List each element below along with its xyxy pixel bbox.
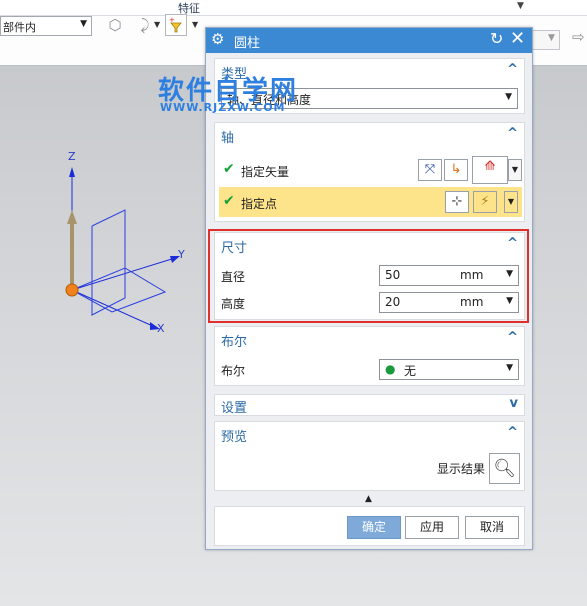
specify-point-row[interactable]: ✔ 指定点 ⊹ ⚡ ▼ bbox=[219, 187, 522, 217]
watermark-url: WWW.RJZXW.COM bbox=[160, 101, 286, 114]
checkmark-icon: ✔ bbox=[223, 193, 235, 209]
right-toolbar-dropdown[interactable]: ▼ bbox=[532, 30, 560, 50]
settings-section-label: 设置 bbox=[221, 401, 248, 416]
chevron-up-icon: ^ bbox=[507, 330, 518, 345]
x-axis-label: X bbox=[157, 322, 165, 335]
chevron-down-icon: v bbox=[509, 396, 518, 411]
arrow-right-icon[interactable]: ⇨ bbox=[572, 28, 585, 46]
settings-section-header[interactable]: 设置 v bbox=[215, 395, 524, 417]
magnifier-icon[interactable]: 🔍︎ bbox=[489, 453, 520, 484]
settings-section[interactable]: 设置 v bbox=[214, 394, 525, 416]
chevron-up-icon: ^ bbox=[507, 62, 518, 77]
cancel-button[interactable]: 取消 bbox=[465, 516, 519, 539]
checkmark-icon: ✔ bbox=[223, 161, 235, 177]
inferred-vector-icon[interactable]: ⟰ bbox=[472, 156, 508, 184]
close-icon[interactable]: ✕ bbox=[510, 28, 525, 49]
boolean-section-header[interactable]: 布尔 ^ bbox=[215, 327, 524, 351]
boolean-none-icon: ● bbox=[385, 362, 396, 376]
dimensions-highlight bbox=[208, 229, 529, 323]
specify-point-label: 指定点 bbox=[241, 197, 278, 211]
chevron-down-icon[interactable]: ▼ bbox=[508, 159, 522, 181]
ribbon-bar: 特征 ▼ bbox=[0, 0, 587, 16]
z-axis-label: Z bbox=[68, 150, 76, 163]
vector-handle bbox=[67, 210, 77, 224]
axis-section-header[interactable]: 轴 ^ bbox=[215, 123, 524, 147]
snap-icon[interactable]: ⤸ bbox=[134, 14, 156, 36]
xy-plane bbox=[71, 267, 167, 313]
chevron-down-icon: ▼ bbox=[548, 33, 555, 43]
preview-section-label: 预览 bbox=[221, 430, 248, 445]
boolean-section: 布尔 ^ 布尔 ● 无 ▼ bbox=[214, 326, 525, 386]
axis-section: 轴 ^ ✔ 指定矢量 ⤧ ↳ ⟰ ▼ ✔ 指定点 ⊹ ⚡ ▼ bbox=[214, 122, 525, 222]
boolean-value: 无 bbox=[404, 364, 417, 378]
chevron-down-icon: ▼ bbox=[80, 19, 87, 29]
dialog-title: 圆柱 bbox=[234, 36, 261, 51]
reverse-direction-icon[interactable]: ⤧ bbox=[418, 159, 442, 181]
apply-button[interactable]: 应用 bbox=[405, 516, 459, 539]
chevron-down-icon: ▼ bbox=[506, 363, 513, 373]
gear-icon[interactable]: ⚙ bbox=[211, 30, 224, 48]
reset-icon[interactable]: ↻ bbox=[490, 29, 503, 48]
origin-point bbox=[65, 283, 79, 297]
wcs-triad bbox=[65, 167, 180, 330]
z-axis-arrow bbox=[69, 167, 75, 177]
boolean-dropdown[interactable]: ● 无 ▼ bbox=[379, 359, 519, 380]
chevron-down-icon[interactable]: ▼ bbox=[192, 20, 198, 29]
collapse-more-icon[interactable]: ▲ bbox=[365, 494, 372, 504]
chevron-down-icon[interactable]: ▼ bbox=[154, 20, 160, 29]
ribbon-collapse-icon[interactable]: ▼ bbox=[517, 1, 524, 11]
xz-plane bbox=[91, 209, 126, 316]
preview-section: 预览 ^ 显示结果 🔍︎ bbox=[214, 421, 525, 491]
vector-dialog-icon[interactable]: ↳ bbox=[444, 159, 468, 181]
point-dialog-icon[interactable]: ⊹ bbox=[445, 191, 469, 213]
specify-vector-label[interactable]: 指定矢量 bbox=[241, 163, 289, 180]
chevron-down-icon: ▼ bbox=[505, 92, 512, 102]
multi-select-icon[interactable]: ⬡ bbox=[104, 14, 126, 36]
chevron-up-icon: ^ bbox=[507, 126, 518, 141]
selection-scope-dropdown[interactable]: 部件内 ▼ bbox=[0, 16, 92, 36]
chevron-up-icon: ^ bbox=[507, 425, 518, 440]
filter-icon[interactable]: + bbox=[165, 14, 187, 36]
show-result-label: 显示结果 bbox=[437, 462, 486, 476]
boolean-section-label: 布尔 bbox=[221, 335, 248, 350]
boolean-label: 布尔 bbox=[221, 364, 246, 378]
chevron-down-icon[interactable]: ▼ bbox=[504, 191, 518, 213]
dialog-title-bar[interactable]: ⚙ 圆柱 ↻ ✕ bbox=[206, 28, 532, 53]
preview-section-header[interactable]: 预览 ^ bbox=[215, 422, 524, 446]
axis-section-label: 轴 bbox=[221, 131, 235, 146]
ok-button[interactable]: 确定 bbox=[347, 516, 401, 539]
y-axis-label: Y bbox=[178, 248, 185, 261]
svg-text:+: + bbox=[169, 16, 175, 24]
dialog-footer: 确定 应用 取消 bbox=[214, 506, 525, 546]
inferred-point-icon[interactable]: ⚡ bbox=[473, 191, 497, 213]
selection-scope-value: 部件内 bbox=[3, 21, 36, 34]
